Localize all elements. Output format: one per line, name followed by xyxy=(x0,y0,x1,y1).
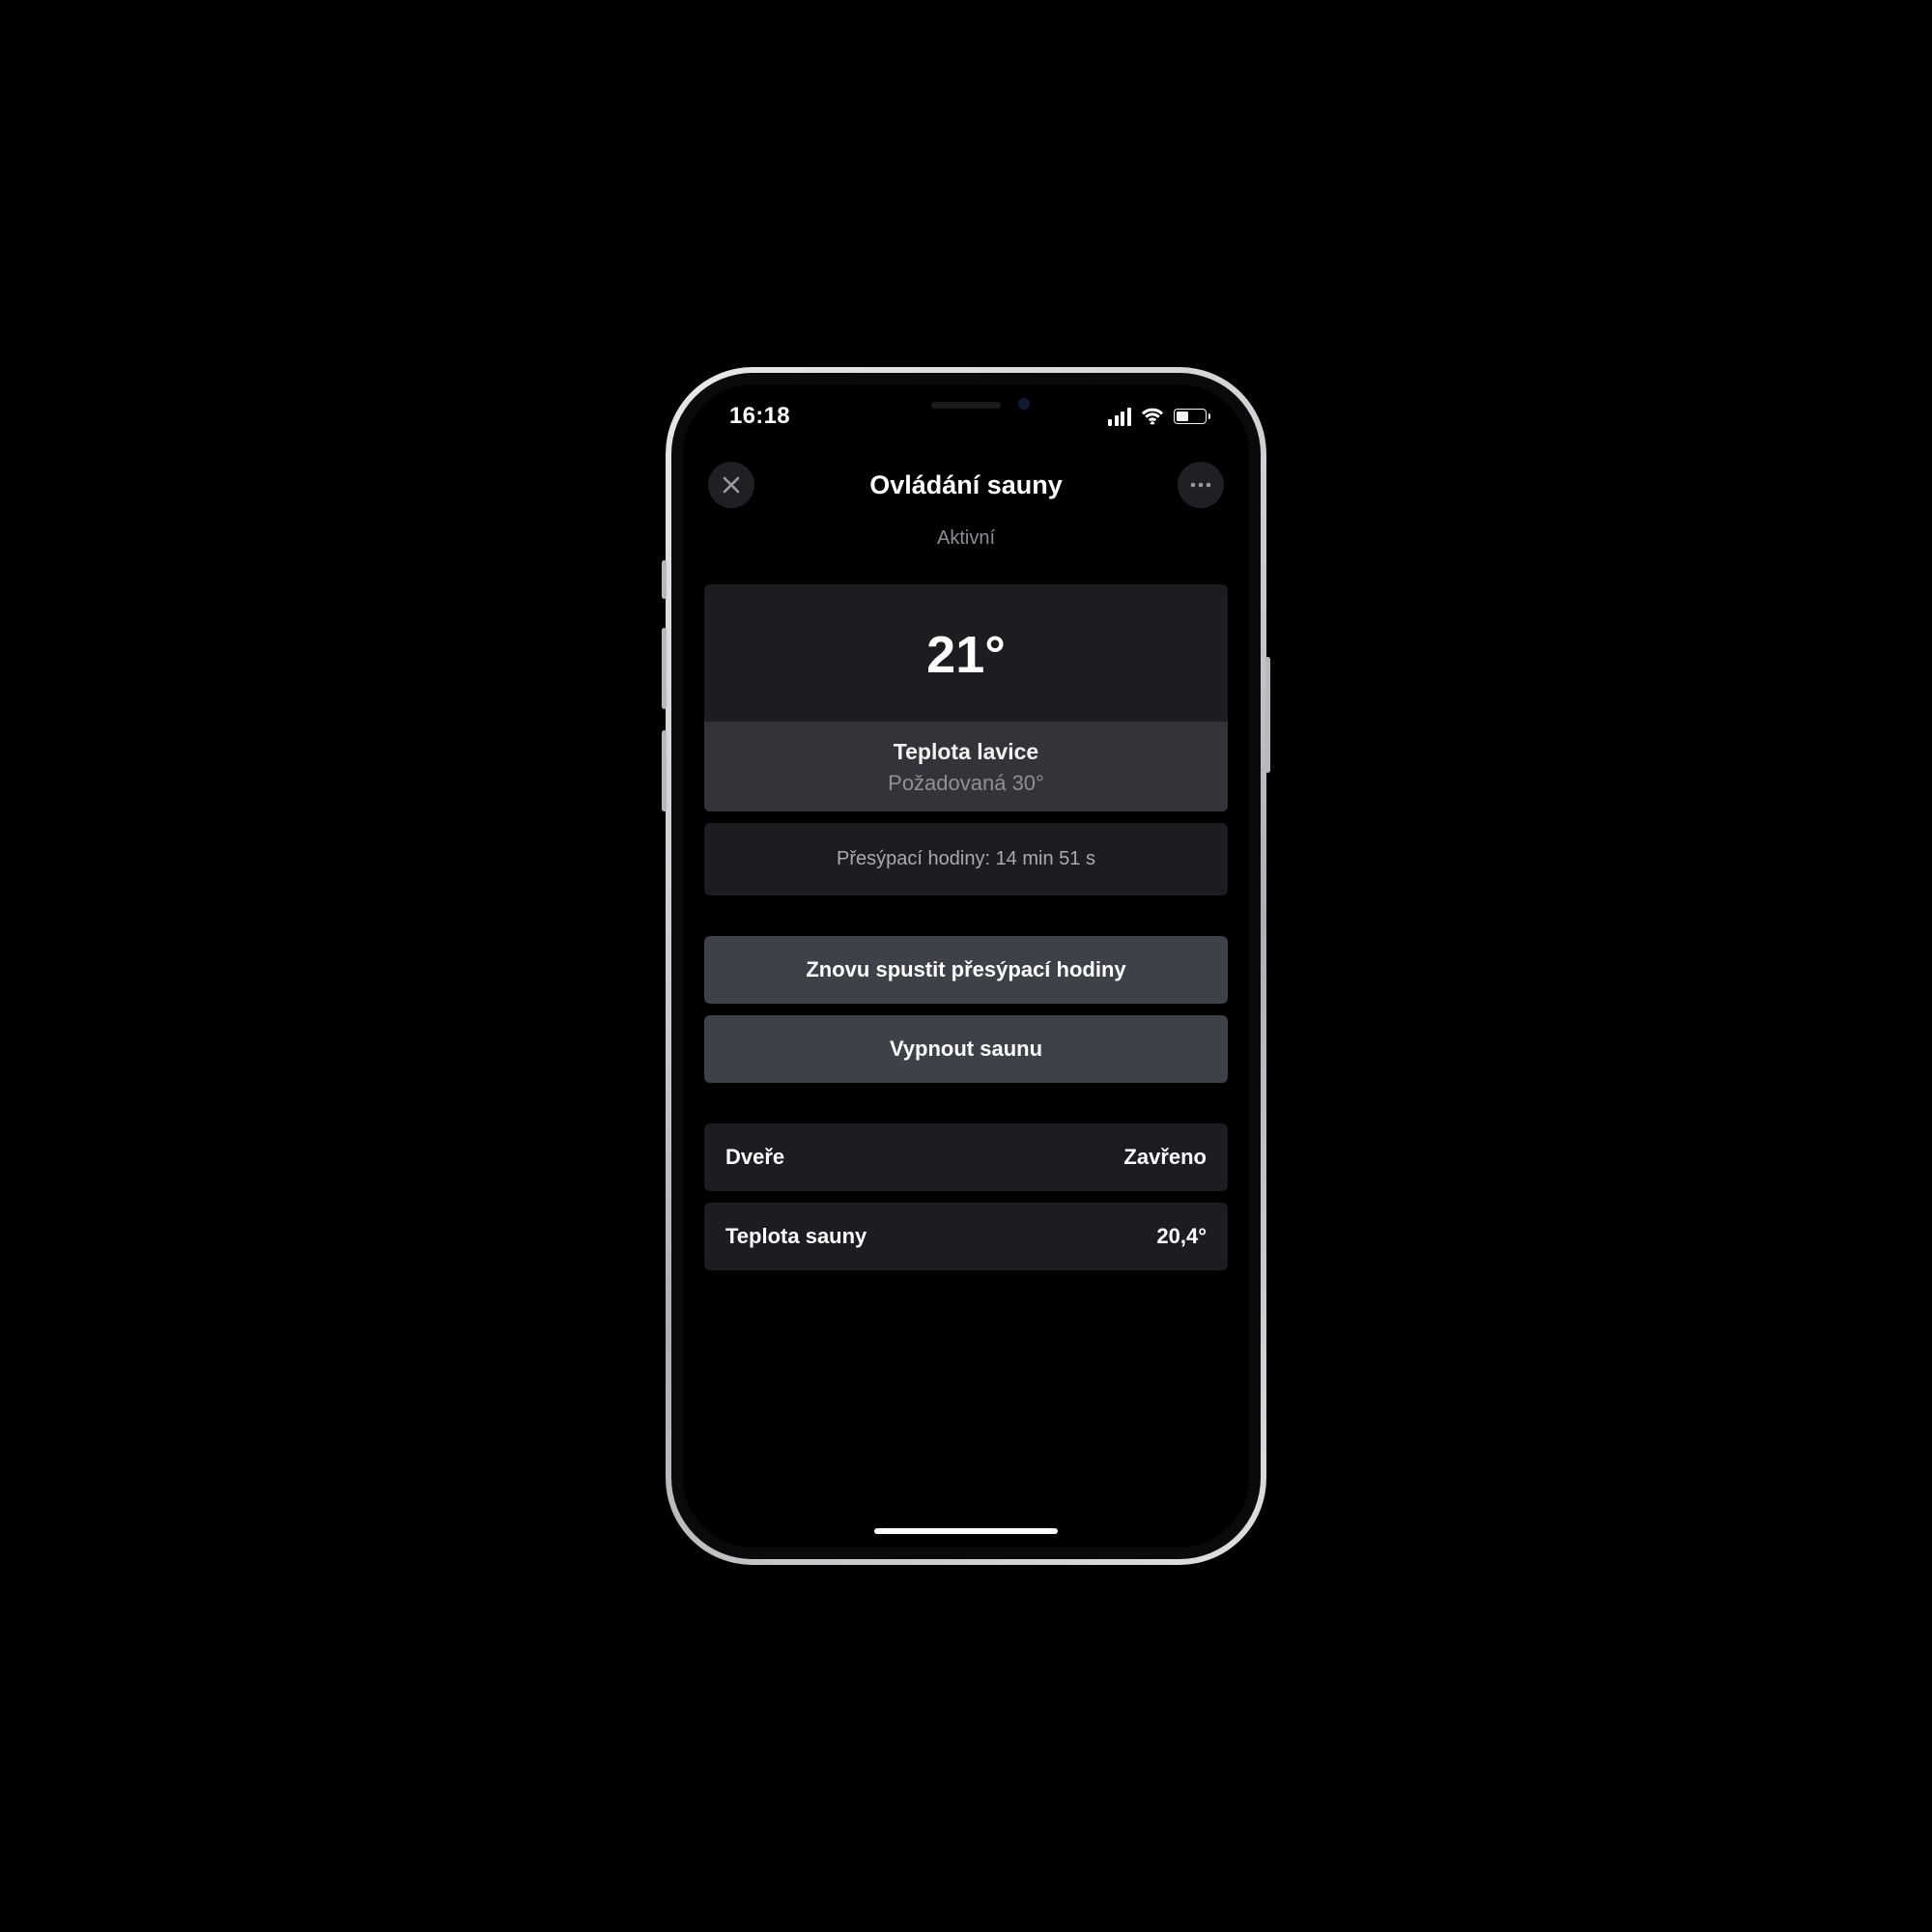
header: Ovládání sauny xyxy=(683,448,1249,512)
notch xyxy=(840,384,1092,425)
cellular-icon xyxy=(1108,408,1131,426)
stage: 16:18 xyxy=(0,0,1932,1932)
door-status-row: Dveře Zavřeno xyxy=(704,1123,1228,1191)
current-temperature: 21° xyxy=(704,584,1228,722)
content: 21° Teplota lavice Požadovaná 30° Přesýp… xyxy=(683,550,1249,1270)
phone-frame: 16:18 xyxy=(666,367,1266,1565)
bench-temperature-label: Teplota lavice xyxy=(704,739,1228,765)
temperature-target-panel: Teplota lavice Požadovaná 30° xyxy=(704,722,1228,811)
screen: 16:18 xyxy=(683,384,1249,1548)
page-title: Ovládání sauny xyxy=(869,470,1063,500)
speaker-slit xyxy=(931,402,1001,409)
more-icon xyxy=(1190,482,1211,488)
battery-icon xyxy=(1174,409,1211,424)
status-indicators xyxy=(1108,408,1210,426)
sauna-temperature-row: Teplota sauny 20,4° xyxy=(704,1203,1228,1270)
home-indicator[interactable] xyxy=(874,1528,1058,1534)
close-button[interactable] xyxy=(708,462,754,508)
status-time: 16:18 xyxy=(729,403,790,430)
close-icon xyxy=(722,475,741,495)
turn-off-sauna-button[interactable]: Vypnout saunu xyxy=(704,1015,1228,1083)
page-subtitle: Aktivní xyxy=(683,527,1249,550)
mute-switch xyxy=(662,560,667,599)
hourglass-timer: Přesýpací hodiny: 14 min 51 s xyxy=(704,823,1228,895)
door-value: Zavřeno xyxy=(1123,1145,1207,1170)
hourglass-card: Přesýpací hodiny: 14 min 51 s xyxy=(704,823,1228,895)
temperature-card[interactable]: 21° Teplota lavice Požadovaná 30° xyxy=(704,584,1228,811)
power-button xyxy=(1265,657,1270,773)
door-label: Dveře xyxy=(725,1145,784,1170)
sauna-temp-label: Teplota sauny xyxy=(725,1224,867,1249)
wifi-icon xyxy=(1141,408,1164,425)
target-temperature: Požadovaná 30° xyxy=(704,771,1228,796)
sauna-temp-value: 20,4° xyxy=(1156,1224,1207,1249)
spacer xyxy=(704,1094,1228,1112)
phone-bezel: 16:18 xyxy=(671,373,1261,1559)
volume-up-button xyxy=(662,628,667,709)
more-options-button[interactable] xyxy=(1178,462,1224,508)
front-camera xyxy=(1018,398,1030,410)
spacer xyxy=(704,907,1228,924)
restart-hourglass-button[interactable]: Znovu spustit přesýpací hodiny xyxy=(704,936,1228,1004)
volume-down-button xyxy=(662,730,667,811)
